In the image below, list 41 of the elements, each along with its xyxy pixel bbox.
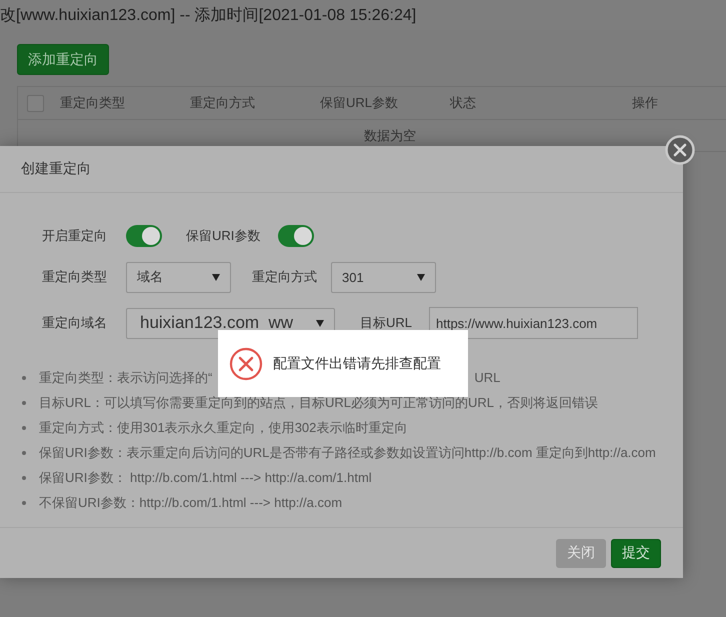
window-title: 改[www.huixian123.com] -- 添加时间[2021-01-08 15:26:24] xyxy=(0,6,416,26)
bullet-icon xyxy=(22,476,26,480)
field-label: 重定向方式 xyxy=(252,268,318,286)
caret-icon xyxy=(212,274,220,280)
column-header: 重定向方式 xyxy=(190,94,256,112)
bullet-icon xyxy=(22,400,26,404)
note-text: 目标URL：可以填写你需要重定向到的站点，目标URL必须为可正常访问的URL，否则将返回错误 xyxy=(39,394,598,412)
column-header: 保留URL参数 xyxy=(320,94,400,112)
note-text: URL xyxy=(474,370,500,385)
note-text: 保留URI参数： http://b.com/1.html ---> http://a.com/1.html xyxy=(39,468,372,486)
field-label: 重定向域名 xyxy=(42,314,108,332)
bullet-icon xyxy=(22,376,26,380)
toggle-switch[interactable] xyxy=(278,225,314,247)
bullet-icon xyxy=(22,426,26,430)
submit-button[interactable]: 提交 xyxy=(611,538,661,568)
close-icon[interactable] xyxy=(665,135,695,165)
field-label: 目标URL xyxy=(360,314,414,332)
add-redirect-button[interactable]: 添加重定向 xyxy=(17,44,109,75)
toast-message: 配置文件出错请先排查配置 xyxy=(273,354,441,372)
note-text: 重定向类型：表示访问选择的“ xyxy=(39,368,212,386)
bullet-icon xyxy=(22,500,26,504)
dropdown[interactable]: 301 xyxy=(331,262,436,292)
select-all-checkbox[interactable] xyxy=(27,94,44,112)
note-text: 不保留URI参数：http://b.com/1.html ---> http://a.com xyxy=(39,494,342,512)
empty-message: 数据为空 xyxy=(364,126,416,144)
column-header: 状态 xyxy=(450,94,477,112)
column-header: 操作 xyxy=(632,94,659,112)
toggle-label: 保留URI参数 xyxy=(186,227,262,245)
caret-icon xyxy=(316,320,324,326)
dropdown[interactable]: 域名 xyxy=(126,262,231,292)
error-icon xyxy=(229,346,263,380)
note-text: 重定向方式：使用301表示永久重定向，使用302表示临时重定向 xyxy=(39,418,408,436)
dialog-title: 创建重定向 xyxy=(21,160,91,178)
toggle-switch[interactable] xyxy=(126,225,162,247)
note-text: 保留URI参数：表示重定向后访问的URL是否带有子路径或参数如设置访问http://b.com 重定向到http://a.com xyxy=(39,444,656,462)
bullet-icon xyxy=(22,450,26,454)
column-header: 重定向类型 xyxy=(60,94,126,112)
input-field[interactable]: https://www.huixian123.com xyxy=(429,307,638,339)
field-label: 重定向类型 xyxy=(42,268,108,286)
caret-icon xyxy=(417,274,425,280)
toggle-label: 开启重定向 xyxy=(42,227,108,245)
